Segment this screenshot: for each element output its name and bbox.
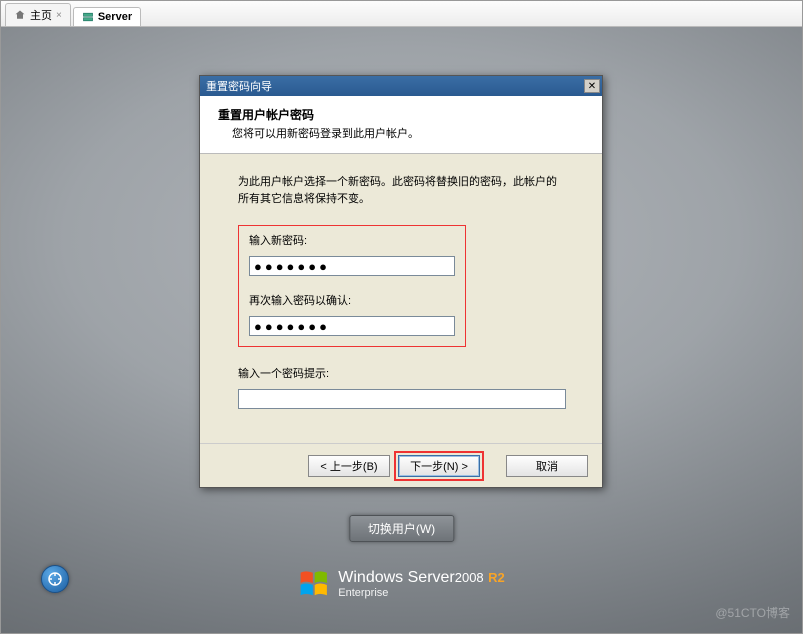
tab-home[interactable]: 主页 × xyxy=(5,3,71,26)
brand-year: 2008 xyxy=(455,570,484,585)
confirm-password-label: 再次输入密码以确认: xyxy=(249,292,455,308)
switch-user-button[interactable]: 切换用户(W) xyxy=(349,515,454,542)
tab-server[interactable]: Server xyxy=(73,7,141,26)
confirm-password-input[interactable]: ●●●●●●● xyxy=(249,316,455,336)
tab-server-label: Server xyxy=(98,11,132,23)
hint-input[interactable] xyxy=(238,389,566,409)
hint-label: 输入一个密码提示: xyxy=(238,365,564,381)
ease-of-access-button[interactable] xyxy=(41,565,69,593)
brand-windows: Windows xyxy=(338,569,403,586)
cancel-button[interactable]: 取消 xyxy=(506,455,588,477)
dialog-instruction: 为此用户帐户选择一个新密码。此密码将替换旧的密码，此帐户的所有其它信息将保持不变… xyxy=(238,174,564,207)
dialog-heading: 重置用户帐户密码 xyxy=(218,106,584,123)
dialog-title: 重置密码向导 xyxy=(206,78,272,94)
dialog-close-button[interactable]: ✕ xyxy=(584,79,600,93)
watermark-text: @51CTO博客 xyxy=(715,604,790,621)
home-icon xyxy=(14,9,26,21)
dialog-header: 重置用户帐户密码 您将可以用新密码登录到此用户帐户。 xyxy=(200,96,602,154)
windows-logo-icon xyxy=(298,569,328,599)
desktop-background: 重设密码... 切换用户(W) Windows Server2008 R2 En… xyxy=(1,27,802,633)
new-password-label: 输入新密码: xyxy=(249,232,455,248)
reset-password-wizard: 重置密码向导 ✕ 重置用户帐户密码 您将可以用新密码登录到此用户帐户。 为此用户… xyxy=(199,75,603,488)
brand-r2: R2 xyxy=(488,570,505,585)
os-branding: Windows Server2008 R2 Enterprise xyxy=(298,569,504,599)
brand-server: Server xyxy=(408,569,455,586)
next-button[interactable]: 下一步(N) > xyxy=(398,455,480,477)
ease-icon xyxy=(47,571,63,587)
dialog-subheading: 您将可以用新密码登录到此用户帐户。 xyxy=(218,125,584,141)
server-icon xyxy=(82,11,94,23)
tab-home-label: 主页 xyxy=(30,7,52,23)
password-highlight-box: 输入新密码: ●●●●●●● 再次输入密码以确认: ●●●●●●● xyxy=(238,225,466,347)
back-button[interactable]: < 上一步(B) xyxy=(308,455,390,477)
dialog-titlebar[interactable]: 重置密码向导 ✕ xyxy=(200,76,602,96)
new-password-input[interactable]: ●●●●●●● xyxy=(249,256,455,276)
browser-tabbar: 主页 × Server xyxy=(1,1,802,27)
close-icon[interactable]: × xyxy=(56,10,62,21)
brand-edition: Enterprise xyxy=(338,587,504,599)
dialog-button-bar: < 上一步(B) 下一步(N) > 取消 xyxy=(200,443,602,487)
